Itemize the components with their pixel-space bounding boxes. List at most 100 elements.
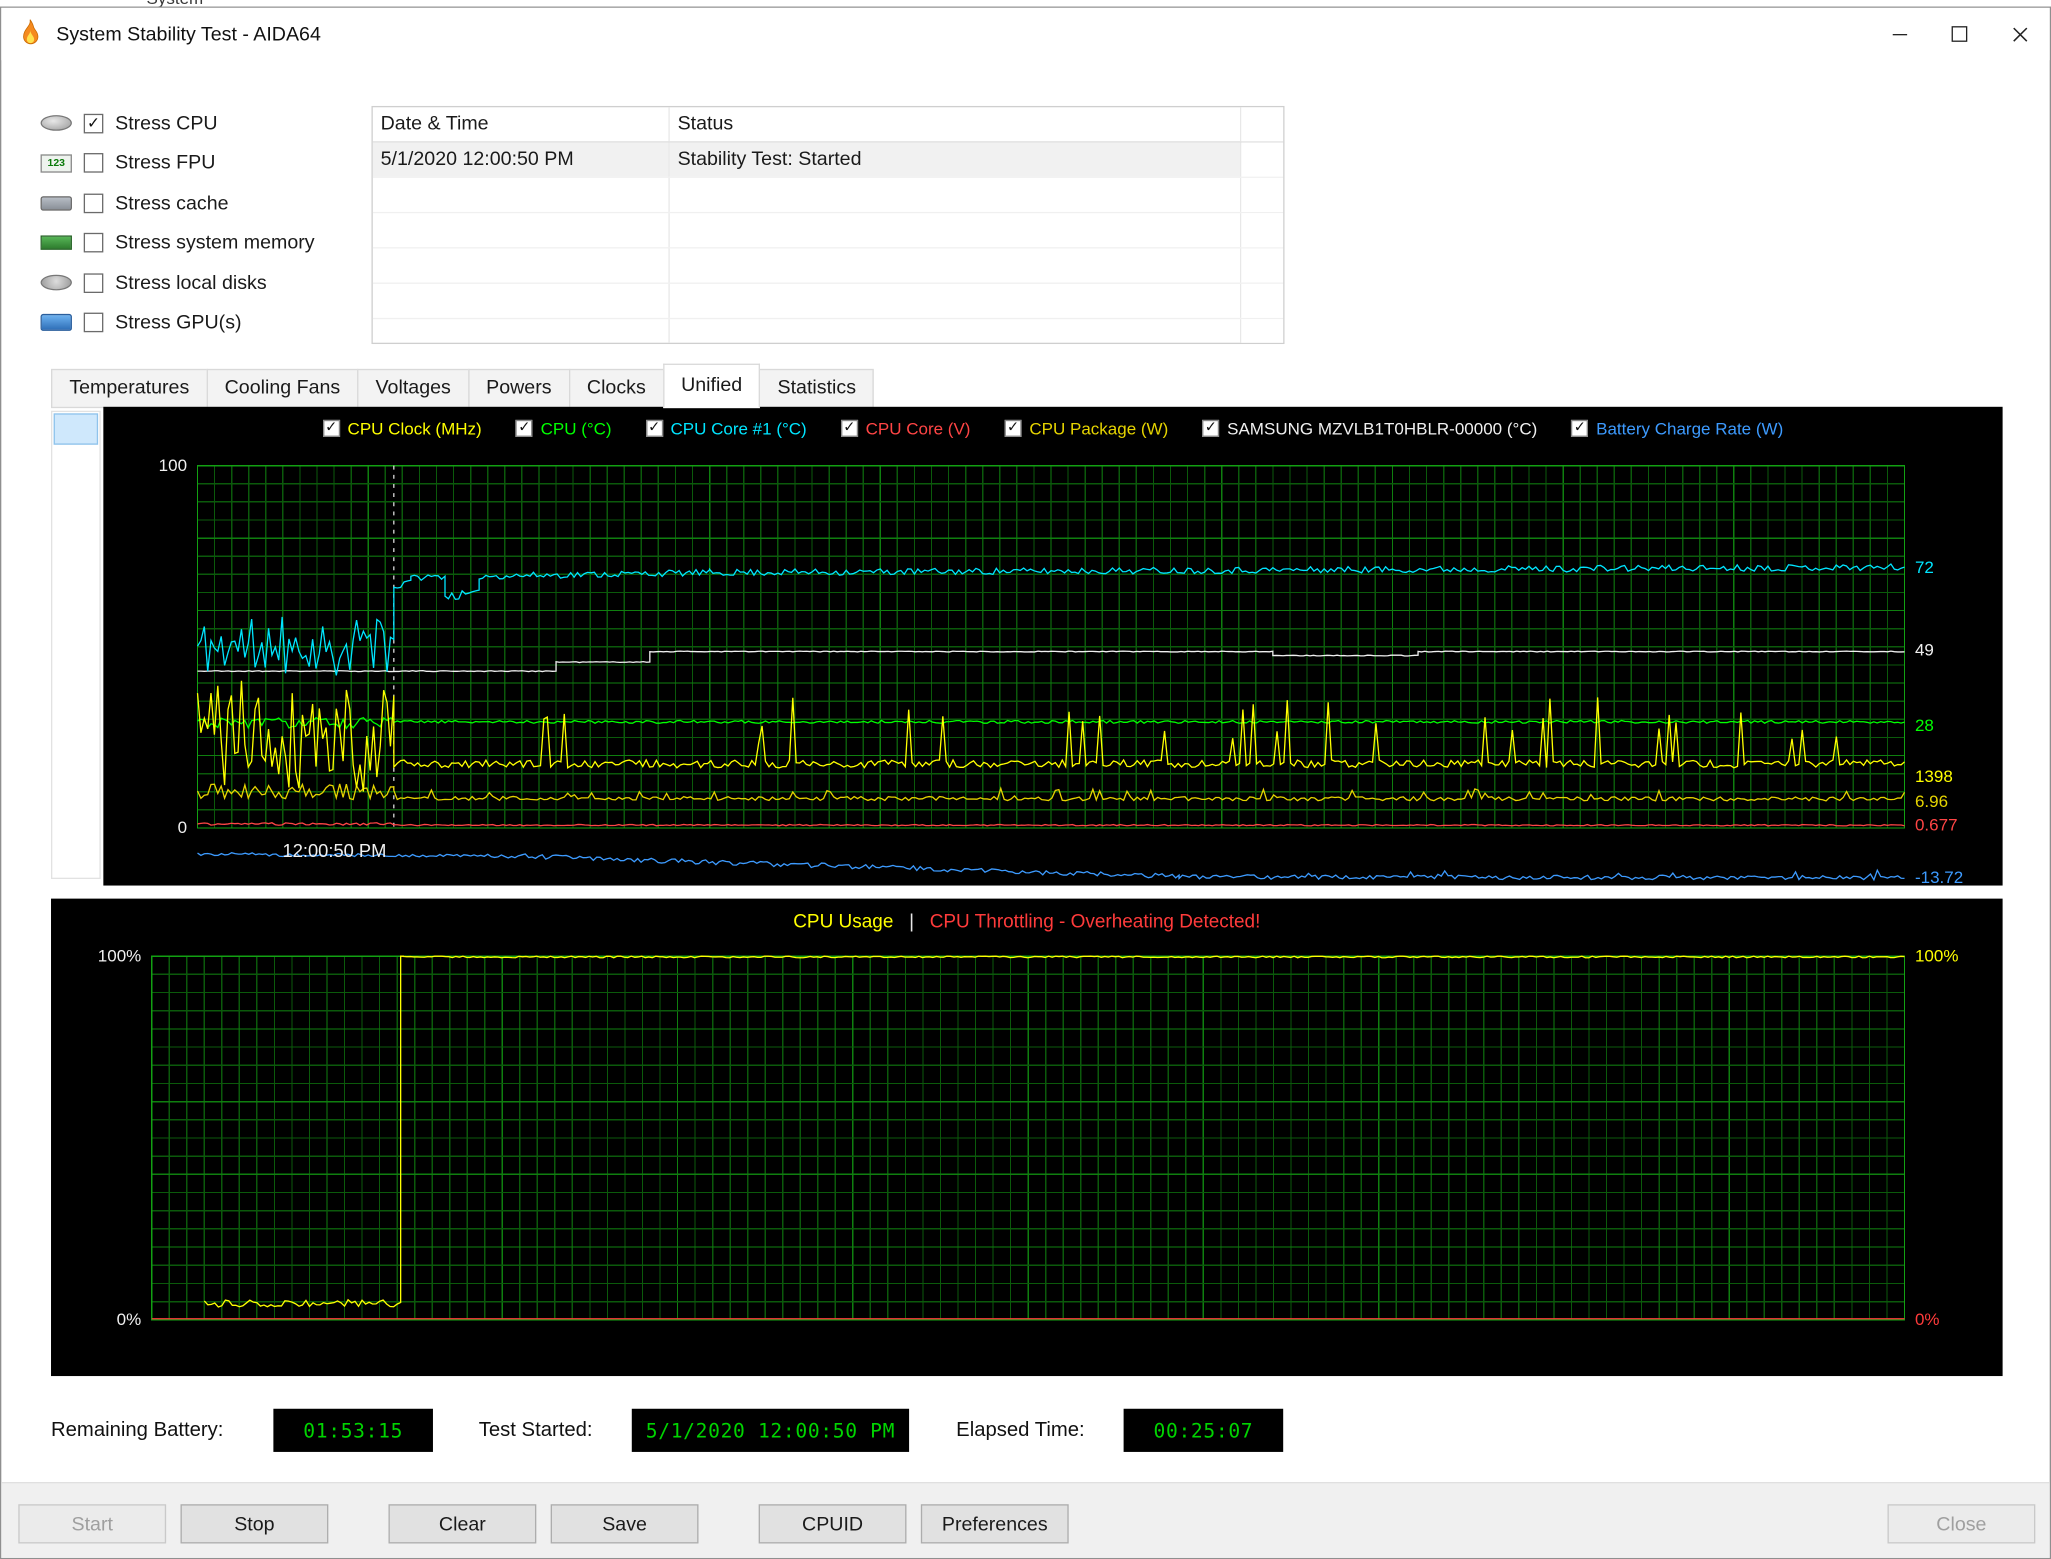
legend-cpu-package-w: ✓ CPU Package (W)	[1004, 418, 1169, 439]
gpu-icon	[40, 314, 72, 332]
log-cell-datetime	[373, 177, 670, 212]
legend-checkbox-cpu-core-1-c[interactable]: ✓	[645, 419, 663, 437]
log-cell-datetime: 5/1/2020 12:00:50 PM	[372, 142, 670, 177]
aida64-stability-window: System Stability Test - AIDA64 ✓ Stress C…	[0, 6, 2051, 1559]
checkbox-stress-gpu-s[interactable]	[83, 312, 104, 333]
legend-checkbox-cpu-clock-mhz[interactable]: ✓	[322, 419, 340, 437]
current-value-49: 49	[1914, 639, 1934, 660]
stress-option-stress-system-memory[interactable]: Stress system memory	[40, 223, 368, 263]
log-cell-status	[670, 213, 1242, 248]
stress-option-label: Stress local disks	[115, 271, 267, 294]
tab-bar: Temperatures Cooling Fans Voltages Powers Cl…	[51, 363, 875, 409]
tab-clocks[interactable]: Clocks	[568, 368, 665, 409]
log-row-empty	[372, 283, 1284, 320]
tab-temperatures[interactable]: Temperatures	[51, 368, 208, 409]
stress-option-stress-cpu[interactable]: ✓ Stress CPU	[40, 103, 368, 143]
current-value-1398: 1398	[1914, 766, 1953, 787]
titlebar: System Stability Test - AIDA64	[1, 7, 2050, 61]
checkbox-stress-local-disks[interactable]	[83, 273, 104, 293]
memory-icon	[40, 235, 72, 251]
tab-statistics[interactable]: Statistics	[759, 368, 875, 409]
legend-checkbox-samsung-mzvlb1t0hblr-00000-c[interactable]: ✓	[1202, 419, 1220, 437]
log-cell-status	[670, 177, 1242, 212]
scrollbar-gutter	[1241, 248, 1284, 283]
save-button[interactable]: Save	[550, 1504, 699, 1544]
checkbox-stress-fpu[interactable]	[83, 153, 104, 173]
tab-powers[interactable]: Powers	[467, 368, 570, 409]
log-row-empty	[372, 177, 1284, 214]
scrollbar-gutter	[1241, 283, 1284, 318]
cpuid-button[interactable]: CPUID	[758, 1504, 907, 1544]
stress-option-stress-cache[interactable]: Stress cache	[40, 183, 368, 223]
legend-checkbox-cpu-package-w[interactable]: ✓	[1004, 419, 1022, 437]
log-cell-status	[670, 283, 1242, 318]
stress-option-stress-fpu[interactable]: 123 Stress FPU	[40, 143, 368, 183]
legend-cpu-c: ✓ CPU (°C)	[515, 418, 612, 439]
stress-option-label: Stress FPU	[115, 152, 216, 175]
fpu-icon: 123	[40, 154, 72, 173]
stress-option-stress-gpu-s[interactable]: Stress GPU(s)	[40, 303, 368, 343]
chart-top-plot	[196, 465, 1906, 882]
legend-checkbox-cpu-core-v[interactable]: ✓	[840, 419, 858, 437]
close-window-button[interactable]	[1990, 8, 2050, 60]
current-value-28: 28	[1914, 716, 1934, 736]
minimize-button[interactable]	[1869, 8, 1929, 60]
legend-label: CPU (°C)	[540, 418, 612, 439]
tab-unified[interactable]: Unified	[662, 363, 761, 409]
elapsed-time-value: 00:25:07	[1123, 1408, 1284, 1452]
tab-voltages[interactable]: Voltages	[357, 368, 470, 409]
tab-cooling-fans[interactable]: Cooling Fans	[206, 368, 359, 409]
stress-option-stress-local-disks[interactable]: Stress local disks	[40, 263, 368, 303]
stop-button[interactable]: Stop	[180, 1504, 329, 1544]
window-controls	[1869, 8, 2050, 60]
log-cell-status	[670, 248, 1242, 283]
chart-page-item[interactable]	[53, 413, 99, 445]
legend-label: CPU Clock (MHz)	[347, 418, 482, 439]
legend-battery-charge-rate-w: ✓ Battery Charge Rate (W)	[1571, 419, 1783, 438]
screenshot-root: System System Stability Test - AIDA64 ✓S…	[0, 0, 2051, 1559]
log-row[interactable]: 5/1/2020 12:00:50 PM Stability Test: Star…	[372, 142, 1284, 178]
window-title: System Stability Test - AIDA64	[56, 22, 321, 46]
cpu-usage-title-text: CPU Usage	[793, 911, 894, 933]
stress-option-label: Stress GPU(s)	[115, 311, 242, 334]
log-cell-status	[670, 319, 1242, 343]
log-row-empty	[372, 248, 1284, 284]
start-button: Start	[18, 1504, 167, 1544]
disk-icon	[40, 275, 72, 291]
clear-button[interactable]: Clear	[388, 1504, 537, 1544]
log-cell-datetime	[373, 248, 670, 283]
stress-option-label: Stress CPU	[115, 112, 218, 135]
current-value-13-72: -13.72	[1914, 867, 1964, 887]
maximize-button[interactable]	[1929, 8, 1989, 60]
log-row-empty	[373, 319, 1284, 343]
current-value-72: 72	[1914, 556, 1934, 577]
elapsed-time-readout: 00:25:07	[1153, 1418, 1254, 1443]
checkbox-stress-system-memory[interactable]	[83, 233, 104, 253]
log-cell-status: Stability Test: Started	[669, 142, 1242, 177]
log-cell-datetime: Date & Time	[373, 107, 670, 142]
legend-label: CPU Package (W)	[1029, 418, 1169, 439]
checkbox-stress-cache[interactable]	[83, 193, 104, 213]
cpu-icon	[40, 115, 72, 132]
cpu-usage-chart-title: CPU Usage | CPU Throttling - Overheating D…	[51, 912, 2003, 933]
close-button: Close	[1887, 1504, 2036, 1544]
chart-bottom-plot	[151, 955, 1906, 1321]
log-cell-datetime	[373, 283, 670, 318]
current-value-0: 0%	[1914, 1309, 1940, 1329]
test-started-readout: 5/1/2020 12:00:50 PM	[645, 1418, 896, 1443]
checkbox-stress-cpu[interactable]: ✓	[83, 113, 104, 134]
legend-cpu-core-v: ✓ CPU Core (V)	[840, 419, 970, 438]
scrollbar-gutter	[1241, 213, 1284, 248]
stress-option-label: Stress cache	[115, 191, 229, 215]
title-separator: |	[909, 911, 915, 933]
preferences-button[interactable]: Preferences	[920, 1504, 1069, 1544]
legend-checkbox-battery-charge-rate-w[interactable]: ✓	[1571, 419, 1589, 437]
event-log-table: Date & Time Status 5/1/2020 12:00:50 PM Sta…	[371, 105, 1285, 345]
log-cell-status: Status	[670, 107, 1242, 142]
sensor-chart: ✓ CPU Clock (MHz) ✓ CPU (°C) ✓ CPU Core #1 (°…	[103, 406, 2003, 887]
scrollbar-gutter	[1241, 177, 1284, 212]
scrollbar-gutter	[1241, 319, 1284, 343]
legend-checkbox-cpu-c[interactable]: ✓	[515, 419, 533, 437]
y-axis-min-label: 0	[177, 817, 188, 838]
usage-y-min-label: 0%	[116, 1309, 142, 1329]
